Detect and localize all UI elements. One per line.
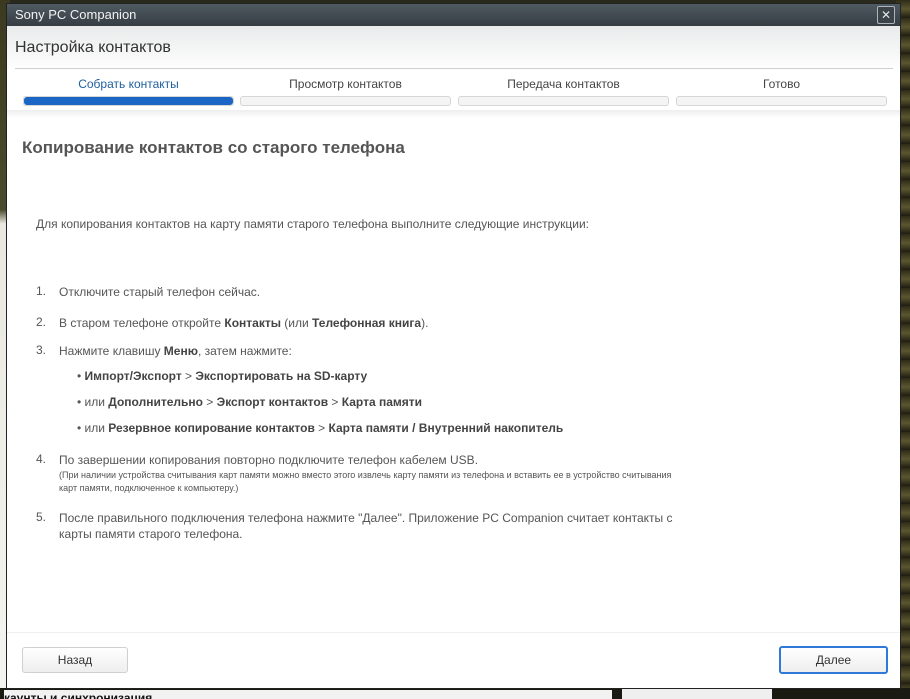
header: Настройка контактов [7, 26, 900, 71]
step-progress-fill [24, 97, 233, 105]
item-text: В старом телефоне откройте Контакты (или… [59, 316, 429, 330]
step-transfer-contacts: Передача контактов [458, 76, 669, 110]
item-number: 5. [36, 510, 47, 524]
step-progress-bar [23, 96, 234, 106]
dialog-window: Sony PC Companion ✕ Настройка контактов … [7, 4, 900, 688]
item-number: 2. [36, 315, 47, 329]
step-label: Готово [762, 77, 801, 91]
step-progress-bar [676, 96, 887, 106]
step-view-contacts: Просмотр контактов [240, 76, 451, 110]
back-button[interactable]: Назад [22, 647, 128, 673]
footer-divider [7, 632, 900, 633]
sub-item: • или Дополнительно > Экспорт контактов … [77, 395, 423, 409]
item-text: После правильного подключения телефона н… [59, 511, 673, 541]
step-label: Собрать контакты [78, 77, 179, 91]
item-text: Нажмите клавишу Меню, затем нажмите: [59, 344, 292, 358]
step-label: Просмотр контактов [289, 77, 402, 91]
close-icon[interactable]: ✕ [877, 6, 895, 24]
background-panel [622, 688, 772, 699]
item-number: 1. [36, 284, 47, 298]
item-note: (При наличии устройства считывания карт … [59, 470, 672, 493]
page-title: Настройка контактов [15, 39, 171, 56]
main-heading: Копирование контактов со старого телефон… [22, 138, 405, 157]
item-number: 4. [36, 452, 47, 466]
sub-item: • или Резервное копирование контактов > … [77, 421, 564, 435]
step-progress-bar [240, 96, 451, 106]
item-text: Отключите старый телефон сейчас. [59, 285, 261, 299]
title-bar: Sony PC Companion ✕ [7, 4, 900, 26]
step-progress: Собрать контакты Просмотр контактов Пере… [7, 76, 900, 110]
header-divider [15, 68, 893, 69]
sub-item: • Импорт/Экспорт > Экспортировать на SD-… [77, 369, 368, 383]
item-number: 3. [36, 343, 47, 357]
step-collect-contacts: Собрать контакты [23, 76, 234, 110]
item-text: По завершении копирования повторно подкл… [59, 453, 479, 467]
background-window-text: каунты и синхронизация [4, 690, 612, 699]
step-done: Готово [676, 76, 887, 110]
step-progress-bar [458, 96, 669, 106]
step-label: Передача контактов [507, 77, 620, 91]
intro-text: Для копирования контактов на карту памят… [36, 217, 589, 231]
content-separator [7, 110, 900, 118]
next-button[interactable]: Далее [779, 646, 888, 674]
app-title: Sony PC Companion [15, 7, 137, 22]
